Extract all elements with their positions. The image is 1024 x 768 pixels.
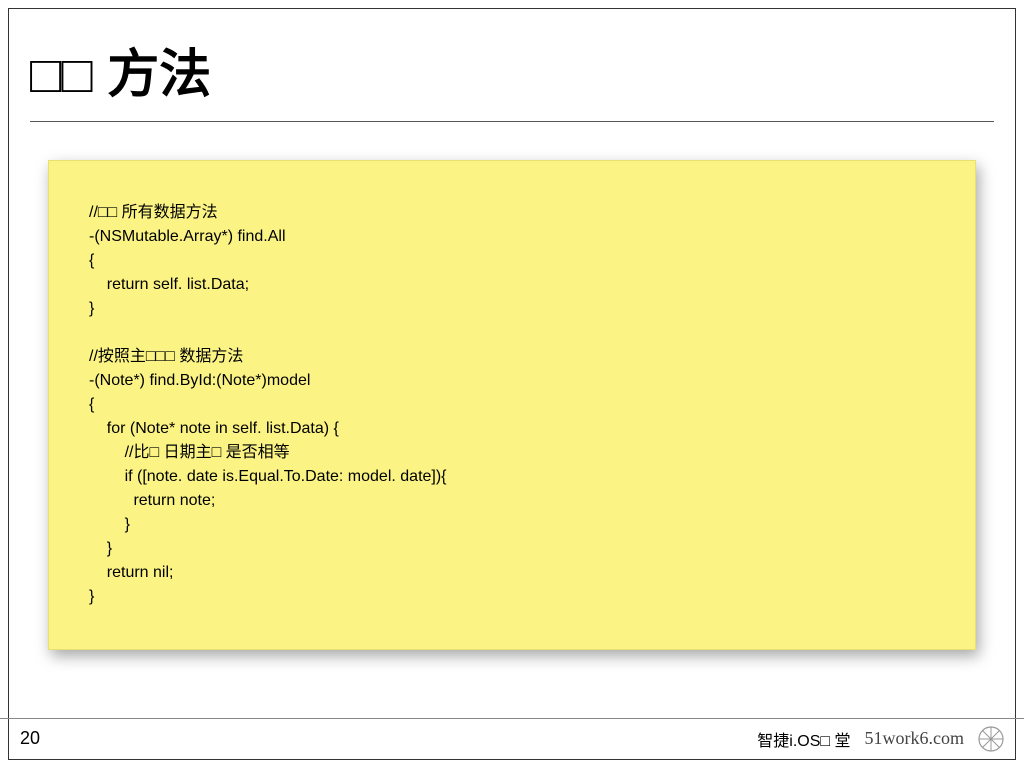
page-number: 20	[20, 728, 40, 749]
footer-right: 智捷i.OS□ 堂 51work6.com	[757, 726, 1004, 752]
page-title: □□ 方法	[30, 32, 994, 122]
site-text: 51work6.com	[865, 728, 964, 749]
code-block: //□□ 所有数据方法 -(NSMutable.Array*) find.All…	[48, 160, 976, 650]
logo-icon	[978, 726, 1004, 752]
footer: 20 智捷i.OS□ 堂 51work6.com	[0, 718, 1024, 758]
brand-text: 智捷i.OS□ 堂	[757, 727, 850, 751]
